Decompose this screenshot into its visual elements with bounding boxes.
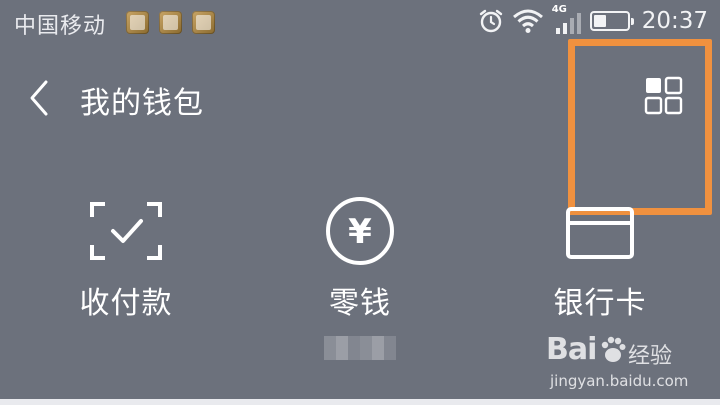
yen-circle-icon: ¥	[326, 197, 394, 265]
back-button[interactable]	[22, 78, 62, 118]
watermark-url: jingyan.baidu.com	[550, 372, 689, 390]
gallery-icon	[192, 11, 215, 34]
balance-obscured	[324, 336, 396, 360]
tile-label-change: 零钱	[329, 286, 391, 321]
tile-change[interactable]: ¥ 零钱	[280, 196, 440, 322]
app-icon-2	[159, 11, 182, 34]
tile-label-bank: 银行卡	[553, 286, 647, 321]
tile-bank-card[interactable]: 银行卡	[520, 196, 680, 322]
highlight-annotation	[568, 39, 712, 215]
signal-icon: 4G	[552, 4, 582, 36]
chevron-left-icon	[30, 80, 48, 116]
baidu-watermark: Bai 经验 jingyan.baidu.com	[546, 332, 716, 392]
alarm-icon	[479, 9, 502, 33]
carrier-label: 中国移动	[14, 14, 107, 39]
wifi-icon	[512, 9, 543, 33]
battery-icon	[589, 11, 634, 31]
watermark-brand: Bai	[546, 332, 597, 367]
watermark-suffix: 经验	[628, 344, 673, 369]
tile-label-pay: 收付款	[79, 286, 173, 321]
battery-fill	[593, 15, 606, 27]
card-icon	[566, 207, 634, 259]
app-icon-1	[126, 11, 149, 34]
clock: 20:37	[641, 8, 708, 34]
paw-icon	[601, 336, 626, 362]
tile-pay-receive[interactable]: 收付款	[46, 196, 206, 322]
notification-icons	[126, 11, 215, 34]
status-indicators: 4G 20:37	[478, 4, 708, 36]
bottom-divider	[0, 399, 720, 405]
page-title: 我的钱包	[80, 86, 204, 121]
scan-check-icon	[90, 202, 162, 260]
svg-text:¥: ¥	[348, 212, 372, 252]
